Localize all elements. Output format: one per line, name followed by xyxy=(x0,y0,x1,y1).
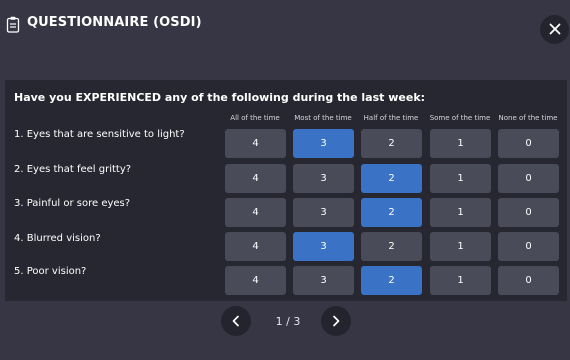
next-page-button[interactable] xyxy=(321,306,351,336)
option-button[interactable]: 4 xyxy=(225,198,286,227)
option-button[interactable]: 0 xyxy=(498,164,559,193)
option-button[interactable]: 4 xyxy=(225,232,286,261)
option-button[interactable]: 3 xyxy=(293,198,354,227)
close-icon xyxy=(549,20,561,39)
option-button[interactable]: 1 xyxy=(430,164,491,193)
question-heading: Have you EXPERIENCED any of the followin… xyxy=(14,91,426,104)
option-button[interactable]: 1 xyxy=(430,129,491,158)
column-header-most-of-the-time: Most of the time xyxy=(294,114,352,122)
option-button[interactable]: 1 xyxy=(430,198,491,227)
option-button[interactable]: 2 xyxy=(361,266,422,295)
chevron-left-icon xyxy=(231,312,241,331)
option-button[interactable]: 0 xyxy=(498,232,559,261)
option-button[interactable]: 2 xyxy=(361,198,422,227)
option-button[interactable]: 0 xyxy=(498,266,559,295)
option-button[interactable]: 3 xyxy=(293,232,354,261)
column-header-all-of-the-time: All of the time xyxy=(230,114,280,122)
option-button[interactable]: 3 xyxy=(293,164,354,193)
question-label: 4. Blurred vision? xyxy=(14,233,101,244)
option-button[interactable]: 2 xyxy=(361,232,422,261)
option-button[interactable]: 2 xyxy=(361,164,422,193)
question-label: 5. Poor vision? xyxy=(14,266,87,277)
column-header-some-of-the-time: Some of the time xyxy=(429,114,491,122)
option-button[interactable]: 2 xyxy=(361,129,422,158)
option-button[interactable]: 4 xyxy=(225,164,286,193)
previous-page-button[interactable] xyxy=(221,306,251,336)
option-button[interactable]: 1 xyxy=(430,232,491,261)
close-button[interactable] xyxy=(540,15,569,44)
option-button[interactable]: 4 xyxy=(225,129,286,158)
option-button[interactable]: 0 xyxy=(498,198,559,227)
questionnaire-panel: Have you EXPERIENCED any of the followin… xyxy=(5,80,567,301)
option-button[interactable]: 1 xyxy=(430,266,491,295)
pagination: 1 / 3 xyxy=(0,306,570,340)
column-header-none-of-the-time: None of the time xyxy=(498,114,558,122)
page-title: QUESTIONNAIRE (OSDI) xyxy=(27,15,202,30)
option-button[interactable]: 4 xyxy=(225,266,286,295)
option-button[interactable]: 0 xyxy=(498,129,559,158)
header: QUESTIONNAIRE (OSDI) xyxy=(0,0,570,52)
page-indicator: 1 / 3 xyxy=(275,315,301,328)
column-header-half-of-the-time: Half of the time xyxy=(363,114,419,122)
clipboard-icon xyxy=(6,16,20,33)
chevron-right-icon xyxy=(331,312,341,331)
question-label: 2. Eyes that feel gritty? xyxy=(14,164,132,175)
option-button[interactable]: 3 xyxy=(293,266,354,295)
option-button[interactable]: 3 xyxy=(293,129,354,158)
question-label: 1. Eyes that are sensitive to light? xyxy=(14,129,185,140)
question-label: 3. Painful or sore eyes? xyxy=(14,198,131,209)
